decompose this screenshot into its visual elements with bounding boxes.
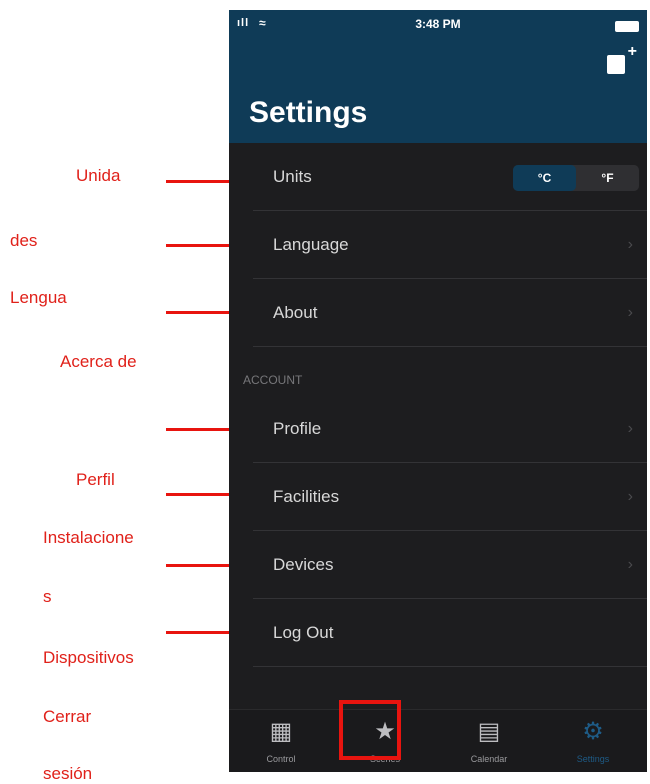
tab-control[interactable]: ▦ Control	[229, 710, 333, 772]
annotation-label-6: Instalacione	[43, 528, 134, 547]
profile-label: Profile	[273, 418, 322, 438]
unit-celsius-option[interactable]: °C	[513, 165, 576, 191]
facilities-label: Facilities	[273, 486, 340, 506]
devices-label: Devices	[273, 554, 334, 574]
logout-label: Log Out	[273, 622, 334, 642]
chevron-right-icon: ›	[627, 235, 633, 253]
settings-row-profile[interactable]: Profile ›	[253, 395, 647, 463]
unit-fahrenheit-option[interactable]: °F	[576, 165, 639, 191]
calendar-icon: ▤	[477, 718, 501, 745]
annotation-label-9: Cerrar	[43, 707, 92, 726]
settings-row-about[interactable]: About ›	[253, 279, 647, 347]
tab-settings[interactable]: ⚙ Settings	[541, 710, 645, 772]
annotation-label-2: des	[10, 231, 38, 250]
settings-row-units: Units °C °F	[253, 143, 647, 211]
device-icon	[607, 55, 625, 74]
page-title: Settings	[249, 96, 368, 129]
annotation-label-10: sesión	[43, 764, 93, 783]
tab-label: Calendar	[470, 754, 508, 764]
plus-icon: +	[627, 43, 637, 60]
add-device-button[interactable]: +	[607, 44, 637, 74]
gear-icon: ⚙	[582, 718, 604, 745]
annotation-label-1: Unida	[76, 166, 121, 185]
units-segmented-control: °C °F	[513, 165, 639, 191]
battery-icon	[615, 21, 639, 32]
grid-icon: ▦	[269, 718, 293, 745]
about-label: About	[273, 302, 318, 322]
settings-row-facilities[interactable]: Facilities ›	[253, 463, 647, 531]
tab-calendar[interactable]: ▤ Calendar	[437, 710, 541, 772]
chevron-right-icon: ›	[627, 555, 633, 573]
units-label: Units	[273, 166, 312, 186]
account-section-header: ACCOUNT	[243, 373, 303, 387]
settings-row-devices[interactable]: Devices ›	[253, 531, 647, 599]
status-bar: ıll ≈ 3:48 PM	[229, 16, 647, 37]
annotation-label-5: Perfil	[76, 470, 115, 489]
tab-label: Control	[266, 754, 296, 764]
tab-bar: ▦ Control ★ Scenes ▤ Calendar ⚙ Settings	[229, 709, 647, 772]
annotation-label-4: Acerca de	[60, 352, 137, 371]
annotation-label-7: s	[43, 587, 52, 606]
status-time: 3:48 PM	[415, 17, 461, 31]
header-bar: ıll ≈ 3:48 PM + Settings	[229, 10, 647, 143]
chevron-right-icon: ›	[627, 487, 633, 505]
language-label: Language	[273, 234, 349, 254]
phone-screen: ıll ≈ 3:48 PM + Settings Units °C °F Lan…	[229, 10, 647, 772]
settings-row-logout[interactable]: Log Out	[253, 599, 647, 667]
tab-label: Settings	[576, 754, 610, 764]
annotation-label-3: Lengua	[10, 288, 67, 307]
settings-row-language[interactable]: Language ›	[253, 211, 647, 279]
annotation-label-8: Dispositivos	[43, 648, 134, 667]
chevron-right-icon: ›	[627, 303, 633, 321]
settings-tab-highlight	[339, 700, 401, 760]
chevron-right-icon: ›	[627, 419, 633, 437]
